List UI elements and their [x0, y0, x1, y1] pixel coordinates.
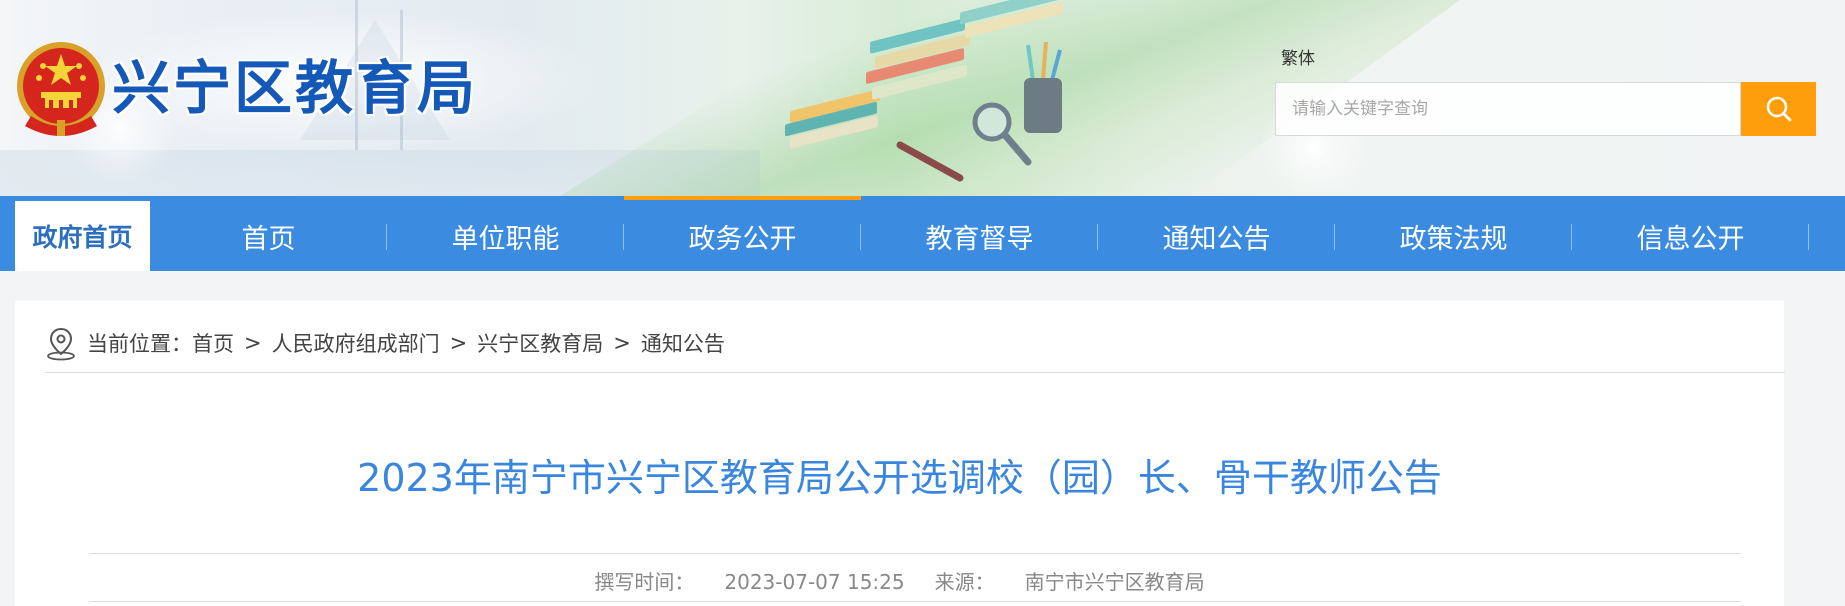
- meta-divider: [89, 553, 1741, 554]
- meta-divider: [89, 601, 1741, 602]
- breadcrumb-divider: [45, 372, 1785, 373]
- breadcrumb-separator: >: [613, 331, 631, 355]
- breadcrumb-prefix: 当前位置：: [87, 332, 192, 356]
- location-pin-icon: [47, 327, 75, 361]
- nav-item-education-supervision[interactable]: 教育督导: [861, 196, 1098, 271]
- nav-item-notices[interactable]: 通知公告: [1098, 196, 1335, 271]
- content-panel: 当前位置： 首页 > 人民政府组成部门 > 兴宁区教育局 > 通知公告 2023…: [15, 301, 1785, 606]
- pencil-cup-decoration-icon: [1024, 41, 1062, 133]
- nav-item-home[interactable]: 首页: [150, 196, 387, 271]
- article-meta: 撰写时间： 2023-07-07 15:25 来源： 南宁市兴宁区教育局: [15, 566, 1784, 595]
- search-icon: [1766, 96, 1791, 122]
- breadcrumb-separator: >: [449, 331, 468, 355]
- nav-gov-home[interactable]: 政府首页: [15, 201, 150, 271]
- nav-divider: [1808, 224, 1809, 250]
- breadcrumb-separator: >: [244, 331, 262, 355]
- written-time-value: 2023-07-07 15:25: [724, 570, 905, 594]
- breadcrumb: 当前位置： 首页 > 人民政府组成部门 > 兴宁区教育局 > 通知公告: [43, 323, 725, 363]
- nav-item-unit-functions[interactable]: 单位职能: [387, 196, 624, 271]
- breadcrumb-gov-departments[interactable]: 人民政府组成部门: [272, 328, 440, 358]
- article-title: 2023年南宁市兴宁区教育局公开选调校（园）长、骨干教师公告: [357, 456, 1442, 500]
- source-value: 南宁市兴宁区教育局: [1024, 570, 1205, 594]
- written-time: 撰写时间： 2023-07-07 15:25: [594, 570, 904, 594]
- traditional-chinese-link[interactable]: 繁体: [1281, 44, 1315, 69]
- site-title[interactable]: 兴宁区教育局: [112, 48, 478, 128]
- search-input[interactable]: [1275, 82, 1741, 136]
- search-box: [1275, 82, 1816, 136]
- breadcrumb-education-bureau[interactable]: 兴宁区教育局: [477, 328, 603, 358]
- nav-item-gov-affairs[interactable]: 政务公开: [624, 196, 861, 271]
- source-label: 来源：: [934, 570, 995, 594]
- nav-item-policies[interactable]: 政策法规: [1335, 196, 1572, 271]
- header-banner: 兴宁区教育局 繁体: [0, 0, 1845, 196]
- search-button[interactable]: [1741, 82, 1816, 136]
- national-emblem-icon: [17, 42, 105, 136]
- written-time-label: 撰写时间：: [594, 570, 695, 594]
- source: 来源： 南宁市兴宁区教育局: [935, 570, 1205, 594]
- breadcrumb-notices[interactable]: 通知公告: [641, 328, 725, 358]
- nav-item-info-disclosure[interactable]: 信息公开: [1572, 196, 1809, 271]
- pen-decoration-icon: [896, 141, 964, 182]
- breadcrumb-home[interactable]: 首页: [192, 328, 234, 358]
- main-nav: 政府首页 首页 单位职能 政务公开 教育督导 通知公告 政策法规 信息公开: [0, 196, 1845, 271]
